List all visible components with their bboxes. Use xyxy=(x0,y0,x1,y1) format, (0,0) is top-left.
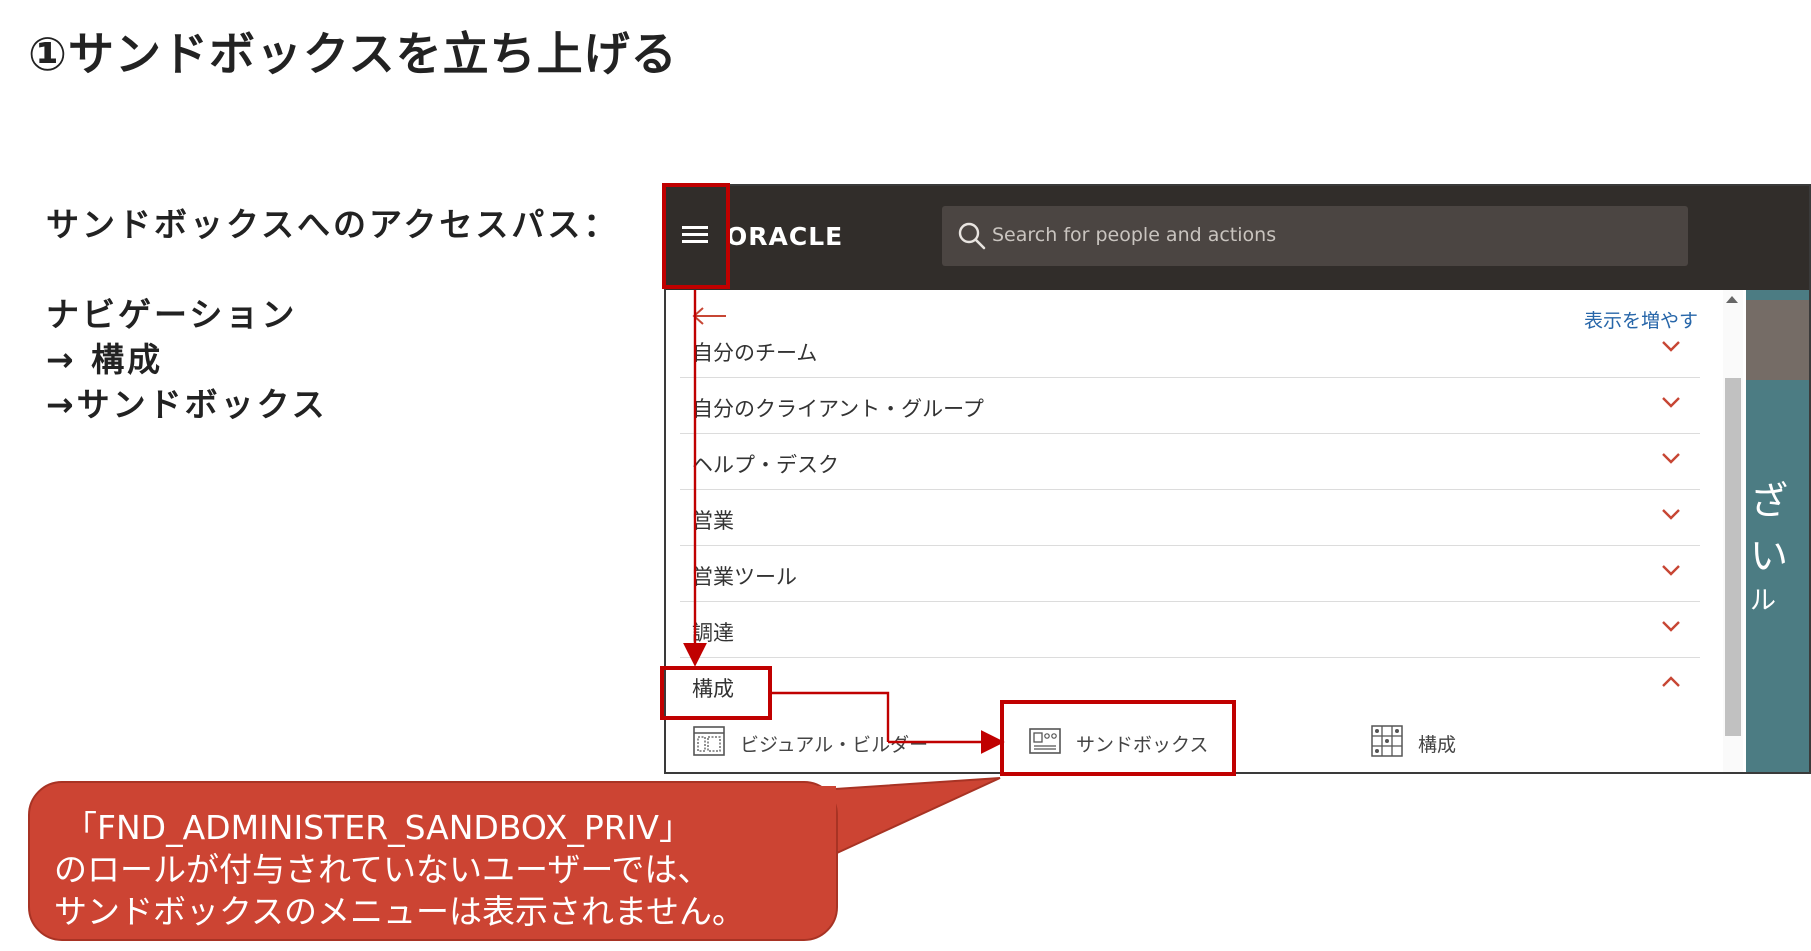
highlight-hamburger xyxy=(662,183,730,289)
callout-note: 「FND_ADMINISTER_SANDBOX_PRIV」 のロールが付与されて… xyxy=(28,781,838,941)
callout-line-2: のロールが付与されていないユーザーでは、 xyxy=(54,850,711,889)
callout-line-3: サンドボックスのメニューは表示されません。 xyxy=(54,892,746,931)
callout-tail-cover xyxy=(800,786,836,852)
callout-line-1: 「FND_ADMINISTER_SANDBOX_PRIV」 xyxy=(64,808,692,847)
highlight-sandbox xyxy=(1000,700,1236,776)
highlight-configuration xyxy=(660,666,772,720)
